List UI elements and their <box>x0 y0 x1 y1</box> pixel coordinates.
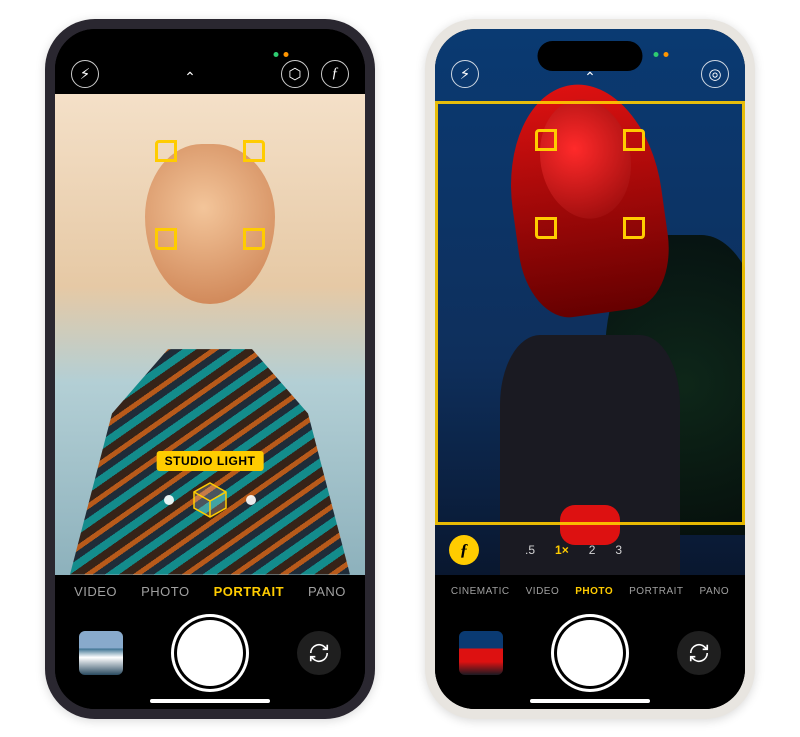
lighting-cube-icon[interactable] <box>190 480 230 520</box>
viewfinder[interactable]: ƒ .5 1× 2 3 <box>435 29 745 575</box>
aperture-icon[interactable]: ƒ <box>321 60 349 88</box>
mode-video[interactable]: VIDEO <box>526 586 560 597</box>
portrait-lighting-wheel[interactable] <box>164 480 256 520</box>
zoom-3x[interactable]: 3 <box>615 543 622 557</box>
camera-mode-selector[interactable]: VIDEO PHOTO PORTRAIT PANO <box>55 575 365 609</box>
phone-portrait-mode: ⚡︎ ⌃ ⬡ ƒ STUDIO LIGHT <box>45 19 375 719</box>
camera-mode-selector[interactable]: CINEMATIC VIDEO PHOTO PORTRAIT PANO <box>435 575 745 609</box>
focus-bracket <box>155 140 265 250</box>
lighting-option-dot[interactable] <box>164 495 174 505</box>
last-photo-thumbnail[interactable] <box>79 631 123 675</box>
mode-portrait[interactable]: PORTRAIT <box>214 584 284 599</box>
viewfinder-image <box>435 29 745 575</box>
dynamic-island <box>538 41 643 71</box>
mode-pano[interactable]: PANO <box>308 584 346 599</box>
flip-camera-icon[interactable] <box>677 631 721 675</box>
mode-photo[interactable]: PHOTO <box>575 586 613 597</box>
flash-icon[interactable]: ⚡︎ <box>71 60 99 88</box>
home-indicator[interactable] <box>150 699 270 703</box>
screen: ⚡︎ ⌃ ◎ ƒ .5 1× 2 <box>435 29 745 709</box>
last-photo-thumbnail[interactable] <box>459 631 503 675</box>
lighting-option-dot[interactable] <box>246 495 256 505</box>
mode-portrait[interactable]: PORTRAIT <box>629 586 683 597</box>
filters-icon[interactable]: ◎ <box>701 60 729 88</box>
viewfinder[interactable]: STUDIO LIGHT <box>55 94 365 575</box>
shutter-button[interactable] <box>177 620 243 686</box>
zoom-1x[interactable]: 1× <box>555 543 569 557</box>
expand-controls-icon[interactable]: ⌃ <box>584 69 596 86</box>
flip-camera-icon[interactable] <box>297 631 341 675</box>
dynamic-island <box>158 41 263 71</box>
focus-bracket <box>535 129 645 239</box>
zoom-2x[interactable]: 2 <box>589 543 596 557</box>
mode-video[interactable]: VIDEO <box>74 584 117 599</box>
zoom-bar: ƒ .5 1× 2 3 <box>435 535 745 565</box>
camera-bottom-bar <box>435 609 745 709</box>
mode-photo[interactable]: PHOTO <box>141 584 190 599</box>
home-indicator[interactable] <box>530 699 650 703</box>
flash-icon[interactable]: ⚡︎ <box>451 60 479 88</box>
phone-photo-mode: ⚡︎ ⌃ ◎ ƒ .5 1× 2 <box>425 19 755 719</box>
shutter-button[interactable] <box>557 620 623 686</box>
expand-controls-icon[interactable]: ⌃ <box>184 69 196 86</box>
portrait-lighting-label: STUDIO LIGHT <box>157 451 264 471</box>
mode-cinematic[interactable]: CINEMATIC <box>451 586 510 597</box>
mode-pano[interactable]: PANO <box>700 586 730 597</box>
camera-bottom-bar <box>55 609 365 709</box>
aperture-badge-icon[interactable]: ƒ <box>449 535 479 565</box>
screen: ⚡︎ ⌃ ⬡ ƒ STUDIO LIGHT <box>55 29 365 709</box>
filters-icon[interactable]: ⬡ <box>281 60 309 88</box>
zoom-options[interactable]: .5 1× 2 3 <box>525 543 622 557</box>
zoom-0-5x[interactable]: .5 <box>525 543 535 557</box>
